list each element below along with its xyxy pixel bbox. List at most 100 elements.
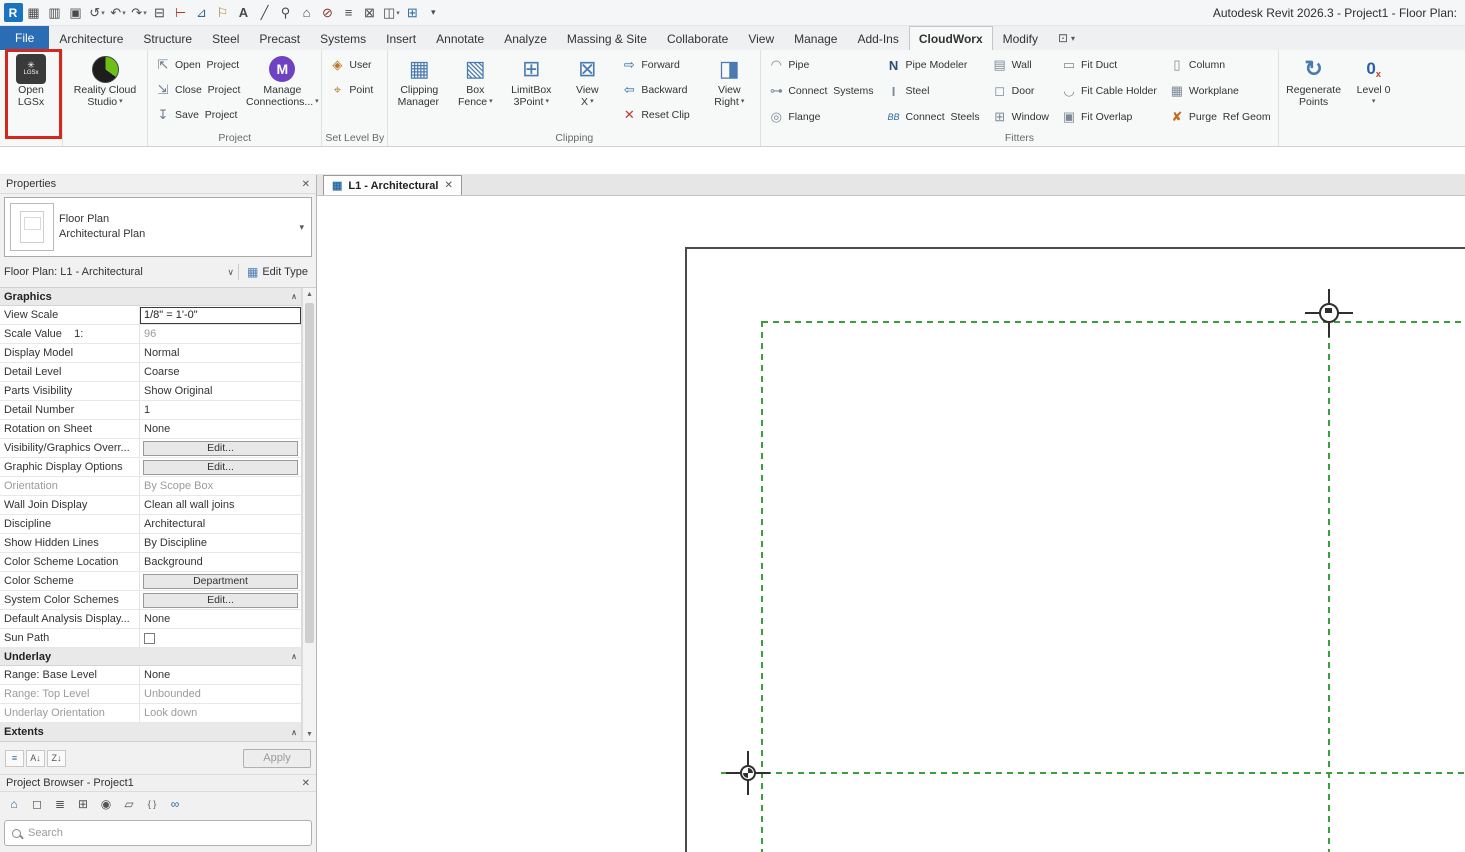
view-tab-l1-architectural[interactable]: ▦ L1 - Architectural ✕ — [323, 175, 462, 195]
file-tab[interactable]: File — [0, 26, 49, 50]
line-icon[interactable]: ╱ — [255, 3, 275, 23]
crop-region[interactable] — [685, 247, 1465, 852]
property-edit-button[interactable]: Department — [143, 574, 298, 589]
group-header-underlay[interactable]: Underlay ∧ — [0, 648, 301, 666]
link-icon[interactable]: ∞ — [165, 795, 185, 814]
property-value[interactable]: 96 — [140, 328, 156, 340]
reality-cloud-studio-button[interactable]: Reality Cloud Studio▾ — [66, 52, 144, 110]
tag-icon[interactable]: ⚐ — [213, 3, 233, 23]
close-project-button[interactable]: ⇲ Close Project — [151, 77, 244, 102]
property-value[interactable]: By Scope Box — [140, 480, 213, 492]
property-checkbox[interactable] — [144, 633, 155, 644]
redo-icon[interactable]: ↷ ▾ — [129, 3, 149, 23]
collapse-icon[interactable]: ∧ — [291, 292, 297, 301]
property-row[interactable]: Scale Value 1: 96 96 96 — [0, 325, 301, 344]
clipping-manager-button[interactable]: ▦ Clipping Manager — [391, 52, 447, 110]
ribbon-tab[interactable]: Manage — [784, 26, 847, 50]
ribbon-tab[interactable]: Architecture — [49, 26, 133, 50]
scope-box-bottom-line[interactable] — [721, 772, 1465, 774]
scrollbar-thumb[interactable] — [305, 303, 314, 643]
property-row[interactable]: Graphic Display Options Edit... Edit... … — [0, 458, 301, 477]
property-row[interactable]: Sun Path — [0, 629, 301, 648]
ribbon-tab[interactable]: Precast — [249, 26, 310, 50]
switch-windows-icon[interactable]: ◫ ▾ — [381, 3, 402, 23]
pipe-modeler-button[interactable]: N Pipe Modeler — [882, 53, 984, 78]
pipe-button[interactable]: ◠ Pipe — [764, 53, 877, 78]
property-row[interactable]: Color Scheme Department Department Depar… — [0, 572, 301, 591]
flange-button[interactable]: ◎ Flange — [764, 105, 877, 130]
properties-scrollbar[interactable]: ▲ ▼ — [302, 288, 316, 741]
property-row[interactable]: Parts Visibility Show Original Show Orig… — [0, 382, 301, 401]
ribbon-tab[interactable]: Modify — [993, 26, 1048, 50]
schedule-view-icon[interactable]: ⊞ — [73, 795, 93, 814]
limitbox-3point-button[interactable]: ⊞ LimitBox 3Point▾ — [503, 52, 559, 110]
ribbon-display-toggle[interactable]: ⊡ ▾ — [1048, 26, 1085, 50]
property-edit-button[interactable]: Edit... — [143, 460, 298, 475]
drawing-viewport[interactable] — [317, 196, 1465, 852]
collapse-icon[interactable]: ∧ — [291, 652, 297, 661]
ribbon-tab[interactable]: Add-Ins — [847, 26, 908, 50]
sort-ascending-icon[interactable]: A↓ — [26, 750, 45, 767]
braces-icon[interactable]: { } — [142, 795, 162, 814]
property-edit-button[interactable]: Edit... — [143, 593, 298, 608]
view-right-button[interactable]: ◨ View Right▾ — [701, 52, 757, 110]
instance-selector[interactable]: Floor Plan: L1 - Architectural — [4, 266, 223, 278]
ribbon-tab[interactable]: CloudWorx — [909, 26, 993, 50]
list-view-icon[interactable]: ≣ — [50, 795, 70, 814]
type-selector[interactable]: Floor Plan Architectural Plan ▾ — [4, 197, 312, 257]
property-value[interactable]: By Discipline — [140, 537, 207, 549]
property-value[interactable]: Architectural — [140, 518, 205, 530]
ribbon-tab[interactable]: Insert — [376, 26, 426, 50]
property-row[interactable]: Default Analysis Display... None None No… — [0, 610, 301, 629]
property-row[interactable]: Color Scheme Location Background Backgro… — [0, 553, 301, 572]
open-project-button[interactable]: ⇱ Open Project — [151, 52, 244, 77]
reset-clip-button[interactable]: ✕ Reset Clip — [617, 102, 699, 127]
collapse-icon[interactable]: ∧ — [291, 728, 297, 737]
property-row[interactable]: Detail Number 1 1 1 — [0, 401, 301, 420]
level-0-button[interactable]: 0x Level 0 ▾ — [1348, 52, 1400, 110]
property-row[interactable]: Show Hidden Lines By Discipline By Disci… — [0, 534, 301, 553]
ribbon-tab[interactable]: View — [738, 26, 784, 50]
property-value[interactable]: 1 — [140, 404, 150, 416]
section-icon[interactable]: ⊘ — [318, 3, 338, 23]
apply-button[interactable]: Apply — [243, 749, 311, 768]
connect-systems-button[interactable]: ⊶ Connect Systems — [764, 79, 877, 104]
scroll-down-icon[interactable]: ▼ — [303, 728, 316, 741]
open-lgsx-button[interactable]: ✳LGSx Open LGSx — [3, 52, 59, 110]
thin-lines-icon[interactable]: ≡ — [339, 3, 359, 23]
undo-icon[interactable]: ↶ ▾ — [108, 3, 128, 23]
property-value[interactable]: Unbounded — [140, 688, 201, 700]
revit-logo[interactable]: R — [4, 3, 23, 22]
purge-ref-geom-button[interactable]: ✘ Purge Ref Geom — [1165, 105, 1275, 130]
property-value[interactable]: Background — [140, 556, 203, 568]
fit-cable-holder-button[interactable]: ◡ Fit Cable Holder — [1057, 79, 1161, 104]
property-edit-button[interactable]: Edit... — [143, 441, 298, 456]
manage-connections-button[interactable]: M Manage Connections...▾ — [246, 52, 318, 110]
property-row[interactable]: System Color Schemes Edit... Edit... Edi… — [0, 591, 301, 610]
steel-button[interactable]: I Steel — [882, 79, 984, 104]
views-icon[interactable]: ▦ — [24, 3, 44, 23]
set-level-point-button[interactable]: ⌖ Point — [325, 77, 377, 102]
wall-button[interactable]: ▤ Wall — [988, 53, 1053, 78]
property-row[interactable]: Discipline Architectural Architectural A… — [0, 515, 301, 534]
home-icon[interactable]: ⌂ — [4, 795, 24, 814]
property-row[interactable]: Detail Level Coarse Coarse Coarse — [0, 363, 301, 382]
ribbon-tab[interactable]: Steel — [202, 26, 249, 50]
property-value[interactable]: None — [140, 613, 170, 625]
scope-box-top-line[interactable] — [762, 321, 1465, 323]
group-sort-icon[interactable]: ≡ — [5, 750, 24, 767]
scroll-up-icon[interactable]: ▲ — [303, 288, 316, 301]
door-button[interactable]: ◻ Door — [988, 79, 1053, 104]
window-button[interactable]: ⊞ Window — [988, 105, 1053, 130]
property-value[interactable]: Normal — [140, 347, 179, 359]
property-value[interactable]: None — [140, 423, 170, 435]
search-input[interactable] — [28, 827, 311, 839]
property-value[interactable]: None — [140, 669, 170, 681]
ribbon-tab[interactable]: Massing & Site — [557, 26, 657, 50]
close-hidden-windows-icon[interactable]: ⊠ — [360, 3, 380, 23]
chevron-down-icon[interactable]: ▾ — [292, 222, 311, 233]
backward-button[interactable]: ⇦ Backward — [617, 77, 699, 102]
regenerate-points-button[interactable]: ↻ Regenerate Points — [1282, 52, 1346, 110]
save-icon[interactable]: ▣ — [66, 3, 86, 23]
connect-steels-button[interactable]: BB Connect Steels — [882, 105, 984, 130]
